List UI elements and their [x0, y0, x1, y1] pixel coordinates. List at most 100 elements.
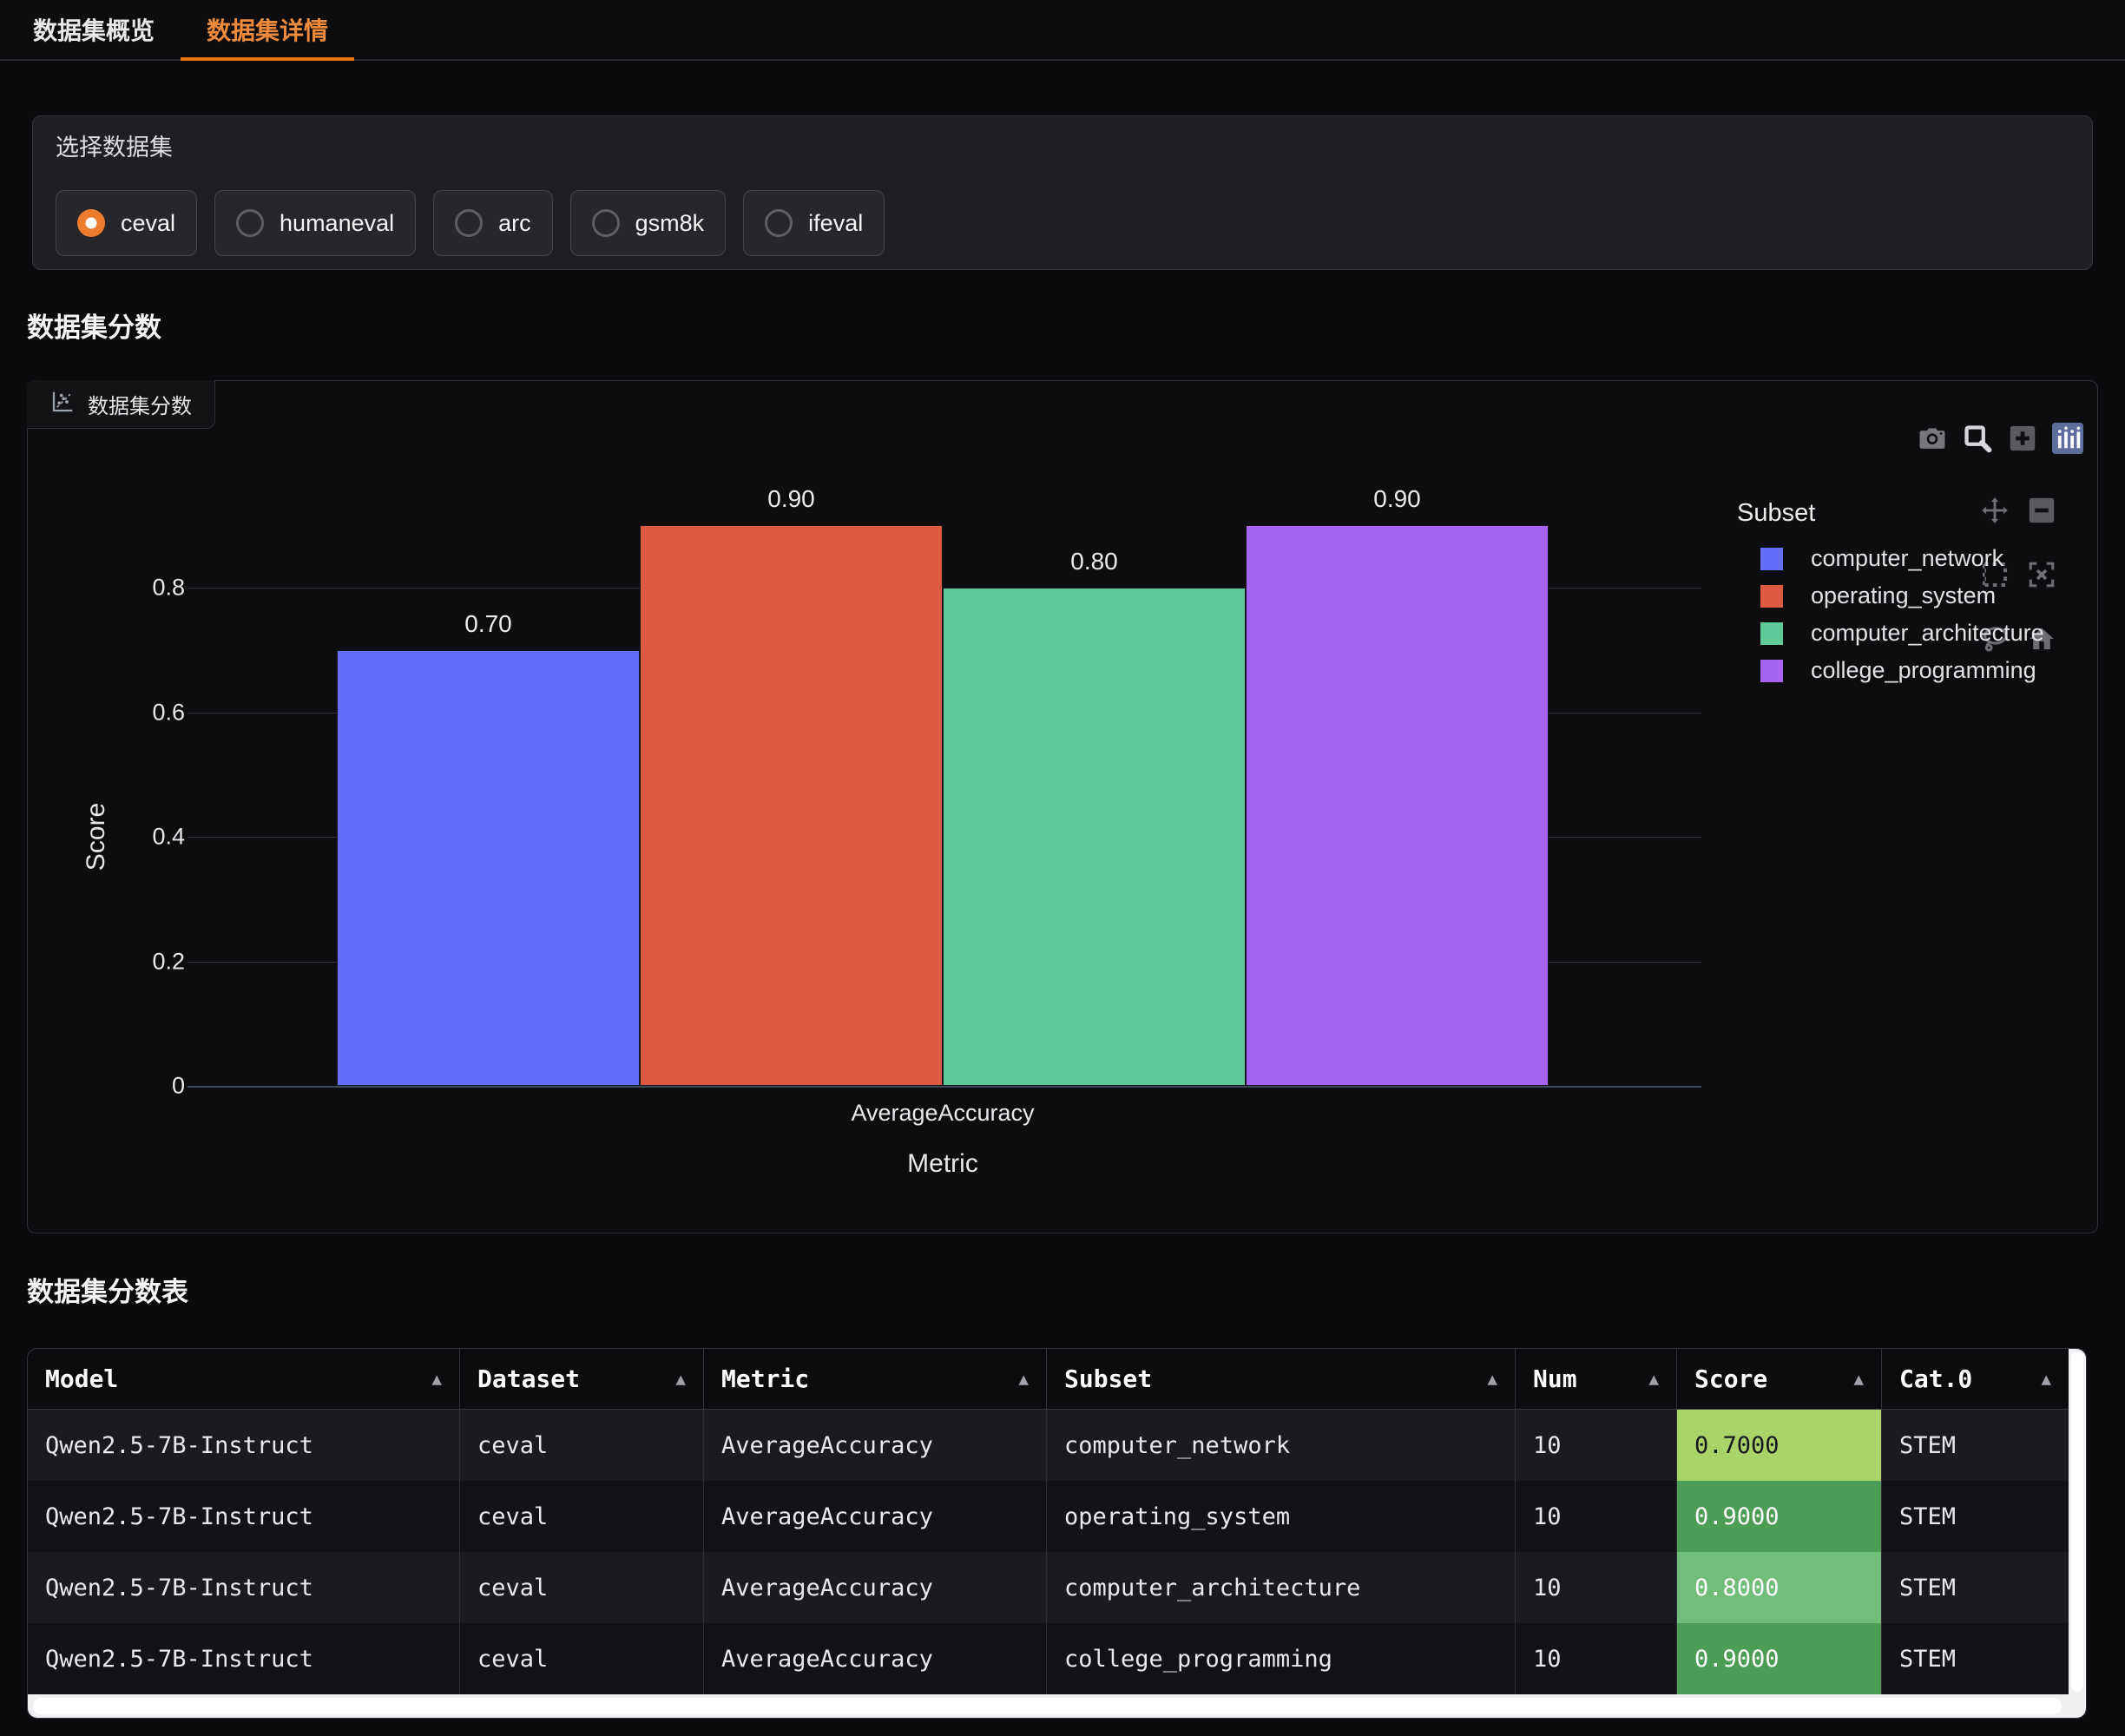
column-header-score[interactable]: Score▲: [1676, 1349, 1881, 1409]
column-header-dataset[interactable]: Dataset▲: [459, 1349, 703, 1409]
tab-bar: 数据集概览 数据集详情: [0, 0, 2125, 61]
legend-item-label: computer_architecture: [1811, 620, 2044, 647]
column-header-label: Num: [1533, 1364, 1577, 1393]
column-header-subset[interactable]: Subset ▲: [1046, 1349, 1515, 1409]
cell-cat: STEM: [1881, 1552, 2069, 1623]
bar-chart-plot-area: Score AverageAccuracy Metric Subset comp…: [28, 381, 2097, 1233]
cell-cat: STEM: [1881, 1623, 2069, 1694]
dataset-radio-gsm8k[interactable]: gsm8k: [570, 190, 727, 256]
cell-cat: STEM: [1881, 1410, 2069, 1481]
legend-title: Subset: [1737, 499, 2110, 528]
radio-unselected-icon: [592, 209, 620, 237]
horizontal-scrollbar[interactable]: [28, 1694, 2086, 1718]
column-header-label: Subset: [1064, 1364, 1152, 1393]
cell-subset: operating_system: [1046, 1481, 1515, 1552]
chart-legend: Subset computer_networkoperating_systemc…: [1737, 499, 2110, 689]
cell-score: 0.9000: [1676, 1481, 1881, 1552]
x-axis-title: Metric: [907, 1149, 978, 1179]
y-axis-tick-label: 0: [81, 1073, 185, 1100]
x-axis-tick-label: AverageAccuracy: [851, 1100, 1034, 1127]
radio-unselected-icon: [455, 209, 483, 237]
cell-num: 10: [1515, 1481, 1676, 1552]
cell-metric: AverageAccuracy: [703, 1410, 1046, 1481]
table-section-title: 数据集分数表: [27, 1270, 188, 1309]
cell-metric: AverageAccuracy: [703, 1552, 1046, 1623]
dataset-selector-label: 选择数据集: [56, 134, 2069, 161]
app-root: 数据集概览 数据集详情 选择数据集 ceval humaneval arc gsm8k…: [0, 0, 2125, 1736]
column-header-metric[interactable]: Metric▲: [703, 1349, 1046, 1409]
cell-num: 10: [1515, 1552, 1676, 1623]
tab-dataset-overview[interactable]: 数据集概览: [7, 0, 181, 59]
cell-dataset: ceval: [459, 1552, 703, 1623]
column-header-model[interactable]: Model▲: [28, 1349, 459, 1409]
radio-option-label: arc: [498, 210, 531, 237]
legend-items: computer_network operating_system computer…: [1737, 540, 2110, 689]
chart-panel: 数据集分数: [27, 380, 2098, 1233]
cell-metric: AverageAccuracy: [703, 1623, 1046, 1694]
cell-model: Qwen2.5-7B-Instruct: [28, 1623, 459, 1694]
legend-item-operating_system[interactable]: operating_system: [1737, 577, 2110, 615]
dataset-selector-panel: 选择数据集 ceval humaneval arc gsm8k ifeval: [32, 115, 2093, 270]
cell-subset: computer_network: [1046, 1410, 1515, 1481]
cell-subset: computer_architecture: [1046, 1552, 1515, 1623]
radio-unselected-icon: [765, 209, 793, 237]
table-row: Qwen2.5-7B-InstructcevalAverageAccuracyc…: [28, 1410, 2086, 1481]
legend-item-label: college_programming: [1811, 657, 2036, 684]
legend-swatch: [1760, 548, 1783, 570]
legend-item-college_programming[interactable]: college_programming: [1737, 652, 2110, 689]
radio-option-label: ifeval: [808, 210, 863, 237]
vertical-scrollbar-thumb[interactable]: [2071, 1351, 2083, 1692]
radio-option-label: gsm8k: [635, 210, 705, 237]
legend-swatch: [1760, 622, 1783, 645]
sort-ascending-icon: ▲: [2042, 1370, 2051, 1389]
bar-value-label: 0.90: [1373, 485, 1421, 513]
y-axis-tick-label: 0.2: [81, 948, 185, 975]
column-header-cat-0[interactable]: Cat.0 ▲: [1881, 1349, 2069, 1409]
y-axis-tick-label: 0.4: [81, 824, 185, 851]
vertical-scrollbar[interactable]: [2069, 1349, 2086, 1694]
cell-score: 0.9000: [1676, 1623, 1881, 1694]
cell-score: 0.8000: [1676, 1552, 1881, 1623]
cell-model: Qwen2.5-7B-Instruct: [28, 1410, 459, 1481]
legend-item-computer_network[interactable]: computer_network: [1737, 540, 2110, 577]
sort-ascending-icon: ▲: [1649, 1370, 1659, 1389]
cell-num: 10: [1515, 1623, 1676, 1694]
bar-value-label: 0.90: [767, 485, 815, 513]
legend-item-label: operating_system: [1811, 582, 1996, 609]
dataset-radio-humaneval[interactable]: humaneval: [214, 190, 416, 256]
bar-computer_architecture[interactable]: [943, 588, 1246, 1086]
table-row: Qwen2.5-7B-InstructcevalAverageAccuracyc…: [28, 1552, 2086, 1623]
legend-item-label: computer_network: [1811, 545, 2003, 572]
cell-dataset: ceval: [459, 1410, 703, 1481]
radio-option-label: ceval: [121, 210, 175, 237]
legend-item-computer_architecture[interactable]: computer_architecture: [1737, 615, 2110, 652]
dataset-radio-ifeval[interactable]: ifeval: [743, 190, 885, 256]
cell-score: 0.7000: [1676, 1410, 1881, 1481]
cell-num: 10: [1515, 1410, 1676, 1481]
legend-swatch: [1760, 585, 1783, 608]
sort-ascending-icon: ▲: [1488, 1370, 1497, 1389]
horizontal-scrollbar-thumb[interactable]: [33, 1698, 2062, 1714]
tab-label: 数据集详情: [207, 12, 328, 47]
cell-dataset: ceval: [459, 1623, 703, 1694]
bar-college_programming[interactable]: [1246, 525, 1549, 1086]
cell-model: Qwen2.5-7B-Instruct: [28, 1481, 459, 1552]
bar-computer_network[interactable]: [337, 650, 640, 1086]
dataset-radio-ceval[interactable]: ceval: [56, 190, 197, 256]
cell-metric: AverageAccuracy: [703, 1481, 1046, 1552]
table-row: Qwen2.5-7B-InstructcevalAverageAccuracyc…: [28, 1623, 2086, 1694]
bar-value-label: 0.80: [1070, 548, 1118, 575]
bar-value-label: 0.70: [464, 610, 512, 638]
y-axis-tick-label: 0.6: [81, 699, 185, 726]
sort-ascending-icon: ▲: [1019, 1370, 1029, 1389]
scores-table: Model▲Dataset▲Metric▲Subset▲Num▲Score▲Ca…: [27, 1348, 2087, 1719]
radio-selected-icon: [77, 209, 105, 237]
column-header-label: Cat.0: [1899, 1364, 1972, 1393]
bar-operating_system[interactable]: [640, 525, 943, 1086]
dataset-radio-arc[interactable]: arc: [433, 190, 553, 256]
tab-dataset-details[interactable]: 数据集详情: [181, 0, 354, 59]
table-header-row: Model▲Dataset▲Metric▲Subset▲Num▲Score▲Ca…: [28, 1349, 2086, 1410]
x-axis-zero-line: [188, 1086, 1701, 1088]
column-header-num[interactable]: Num ▲: [1515, 1349, 1676, 1409]
cell-model: Qwen2.5-7B-Instruct: [28, 1552, 459, 1623]
